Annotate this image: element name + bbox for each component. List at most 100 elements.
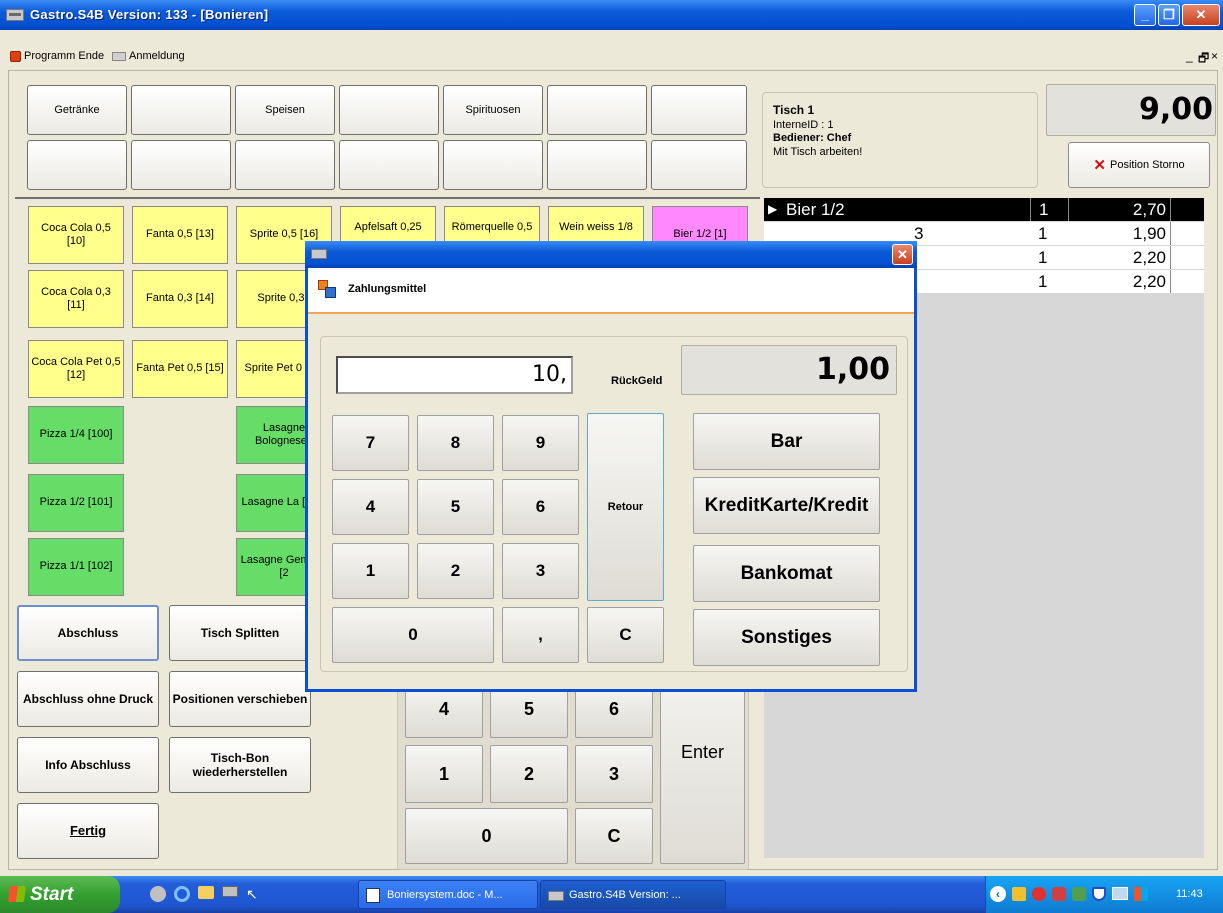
dialog-key-clear[interactable]: C [587, 607, 664, 663]
dialog-key-8[interactable]: 8 [417, 415, 494, 471]
tisch-splitten-button[interactable]: Tisch Splitten [169, 605, 311, 661]
category-empty[interactable] [547, 85, 647, 135]
category-getraenke[interactable]: Getränke [27, 85, 127, 135]
product-coca-cola-03[interactable]: Coca Cola 0,3 [11] [28, 270, 124, 328]
order-item-name [914, 246, 1014, 269]
dialog-close-button[interactable]: ✕ [892, 244, 913, 265]
product-pizza-11[interactable]: Pizza 1/1 [102] [28, 538, 124, 596]
app-shortcut-icon[interactable] [222, 886, 238, 897]
payment-bankomat-button[interactable]: Bankomat [693, 545, 880, 602]
mdi-close-button[interactable]: × [1211, 49, 1218, 63]
login-icon [112, 51, 126, 61]
mdi-restore-button[interactable]: 🗗 [1198, 49, 1209, 70]
quick-launch: ↖ [150, 886, 258, 902]
category-empty[interactable] [235, 140, 335, 190]
product-pizza-14[interactable]: Pizza 1/4 [100] [28, 406, 124, 464]
payment-kreditkarte-button[interactable]: KreditKarte/Kredit [693, 477, 880, 534]
tray-user-icon[interactable] [1052, 887, 1066, 901]
dialog-key-9[interactable]: 9 [502, 415, 579, 471]
product-fanta-05[interactable]: Fanta 0,5 [13] [132, 206, 228, 264]
order-item-qty: 1 [1038, 248, 1048, 267]
folder-icon[interactable] [198, 886, 214, 899]
category-empty[interactable] [131, 85, 231, 135]
order-item-name: 3 [914, 224, 924, 243]
fertig-button[interactable]: Fertig [17, 803, 159, 859]
order-item-price: 2,20 [1068, 246, 1171, 269]
close-button[interactable]: ✕ [1182, 4, 1220, 26]
product-fanta-pet[interactable]: Fanta Pet 0,5 [15] [132, 340, 228, 398]
tray-expand-icon[interactable]: ‹ [990, 886, 1006, 902]
cancel-x-icon: ✕ [1093, 157, 1106, 174]
tray-clock[interactable]: 11:43 [1176, 888, 1203, 900]
category-empty[interactable] [339, 85, 439, 135]
minimize-button[interactable]: _ [1134, 4, 1156, 26]
dialog-key-2[interactable]: 2 [417, 543, 494, 599]
mdi-minimize-button[interactable]: _ [1186, 49, 1193, 63]
dialog-key-4[interactable]: 4 [332, 479, 409, 535]
tray-monitor-icon[interactable] [1112, 887, 1128, 900]
order-item-price: 2,70 [1068, 198, 1171, 221]
browser-icon[interactable] [174, 886, 190, 902]
menu-programm-ende[interactable]: Programm Ende [10, 50, 104, 62]
keypad-2[interactable]: 2 [490, 745, 568, 803]
positionen-verschieben-button[interactable]: Positionen verschieben [169, 671, 311, 727]
window-title-bar[interactable]: Gastro.S4B Version: 133 - [Bonieren] _ ❐… [0, 0, 1223, 30]
product-coca-cola-pet[interactable]: Coca Cola Pet 0,5 [12] [28, 340, 124, 398]
tray-network-icon[interactable] [1012, 887, 1026, 901]
dialog-key-comma[interactable]: , [502, 607, 579, 663]
payment-bar-button[interactable]: Bar [693, 413, 880, 470]
taskbar-task-boniersystem[interactable]: Boniersystem.doc - M... [358, 880, 538, 909]
product-coca-cola-05[interactable]: Coca Cola 0,5 [10] [28, 206, 124, 264]
retour-button[interactable]: Retour [587, 413, 664, 601]
taskbar-task-gastro[interactable]: Gastro.S4B Version: ... [540, 880, 726, 909]
dialog-key-0[interactable]: 0 [332, 607, 494, 663]
payment-sonstiges-button[interactable]: Sonstiges [693, 609, 880, 666]
system-tray: ‹ 11:43 [985, 876, 1223, 913]
category-empty[interactable] [339, 140, 439, 190]
dialog-key-6[interactable]: 6 [502, 479, 579, 535]
restore-button[interactable]: ❐ [1158, 4, 1180, 26]
dialog-app-icon [311, 249, 327, 259]
keypad-0[interactable]: 0 [405, 808, 568, 864]
product-pizza-12[interactable]: Pizza 1/2 [101] [28, 474, 124, 532]
menu-anmeldung[interactable]: Anmeldung [112, 50, 185, 62]
product-fanta-03[interactable]: Fanta 0,3 [14] [132, 270, 228, 328]
tisch-bon-button[interactable]: Tisch-Bon wiederherstellen [169, 737, 311, 793]
task-label: Boniersystem.doc - M... [387, 888, 503, 901]
abschluss-ohne-druck-button[interactable]: Abschluss ohne Druck [17, 671, 159, 727]
tray-connection-icon[interactable] [1072, 887, 1086, 901]
order-item-qty: 1 [1038, 224, 1048, 243]
app-icon [6, 9, 24, 21]
abschluss-button[interactable]: Abschluss [17, 605, 159, 661]
table-hint: Mit Tisch arbeiten! [773, 146, 863, 158]
keypad-c[interactable]: C [575, 808, 653, 864]
category-speisen[interactable]: Speisen [235, 85, 335, 135]
position-storno-button[interactable]: ✕ Position Storno [1068, 142, 1210, 188]
position-storno-label: Position Storno [1109, 159, 1185, 171]
category-spirituosen[interactable]: Spirituosen [443, 85, 543, 135]
tray-windows-icon[interactable] [1134, 887, 1148, 901]
category-empty[interactable] [443, 140, 543, 190]
category-empty[interactable] [651, 85, 747, 135]
category-empty[interactable] [651, 140, 747, 190]
category-empty[interactable] [27, 140, 127, 190]
dialog-title-bar[interactable]: ✕ [305, 241, 917, 268]
order-row-selected[interactable]: ▶ Bier 1/2 1 2,70 [764, 198, 1204, 221]
tray-antivirus-icon[interactable] [1032, 887, 1046, 901]
desktop-icon[interactable] [150, 886, 166, 902]
tray-shield-icon[interactable] [1092, 887, 1106, 901]
keypad-3[interactable]: 3 [575, 745, 653, 803]
dialog-key-5[interactable]: 5 [417, 479, 494, 535]
start-button[interactable]: Start [0, 876, 120, 913]
category-empty[interactable] [547, 140, 647, 190]
keypad-1[interactable]: 1 [405, 745, 483, 803]
table-info-panel: Tisch 1 InterneID : 1 Bediener: Chef Mit… [762, 92, 1038, 188]
exit-icon [10, 50, 21, 62]
dialog-key-7[interactable]: 7 [332, 415, 409, 471]
category-empty[interactable] [131, 140, 231, 190]
dialog-key-1[interactable]: 1 [332, 543, 409, 599]
info-abschluss-button[interactable]: Info Abschluss [17, 737, 159, 793]
amount-input[interactable]: 10, [336, 356, 573, 394]
dialog-key-3[interactable]: 3 [502, 543, 579, 599]
cursor-icon[interactable]: ↖ [246, 886, 258, 902]
